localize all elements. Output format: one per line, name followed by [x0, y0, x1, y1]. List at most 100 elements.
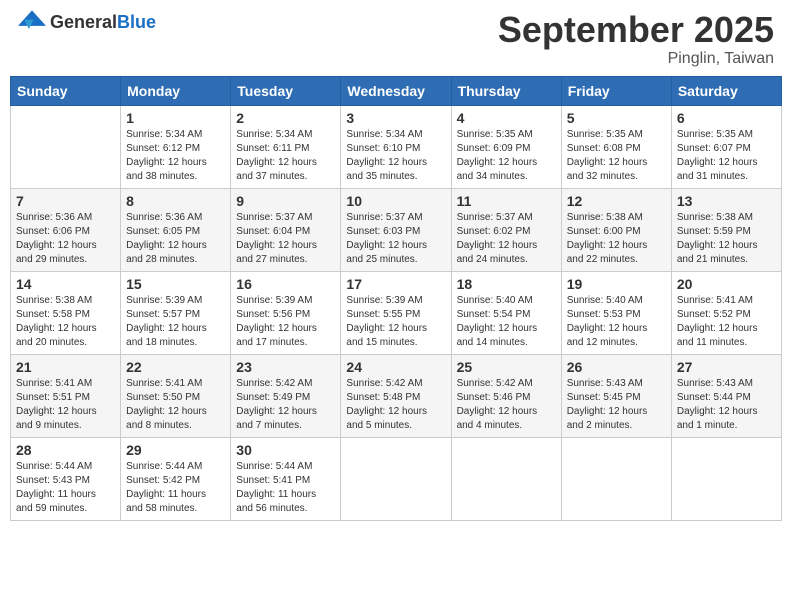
day-number: 30 [236, 442, 335, 458]
calendar-day-cell: 19Sunrise: 5:40 AM Sunset: 5:53 PM Dayli… [561, 271, 671, 354]
calendar-day-cell: 27Sunrise: 5:43 AM Sunset: 5:44 PM Dayli… [671, 354, 781, 437]
calendar-day-cell: 10Sunrise: 5:37 AM Sunset: 6:03 PM Dayli… [341, 188, 451, 271]
day-info: Sunrise: 5:42 AM Sunset: 5:48 PM Dayligh… [346, 377, 445, 433]
day-info: Sunrise: 5:44 AM Sunset: 5:43 PM Dayligh… [16, 460, 115, 516]
page-header: GeneralBlue September 2025 Pinglin, Taiw… [10, 10, 782, 68]
day-info: Sunrise: 5:34 AM Sunset: 6:12 PM Dayligh… [126, 128, 225, 184]
day-number: 1 [126, 110, 225, 126]
calendar-day-cell: 13 Sunrise: 5:38 AM Sunset: 5:59 PM Dayli… [671, 188, 781, 271]
calendar-day-cell: 3 Sunrise: 5:34 AM Sunset: 6:10 PM Daylig… [341, 105, 451, 188]
calendar-header-row: SundayMondayTuesdayWednesdayThursdayFrid… [11, 76, 782, 105]
day-number: 9 [236, 193, 335, 209]
weekday-header: Friday [561, 76, 671, 105]
calendar-week-row: 14 Sunrise: 5:38 AM Sunset: 5:58 PM Dayli… [11, 271, 782, 354]
calendar-day-cell: 28Sunrise: 5:44 AM Sunset: 5:43 PM Dayli… [11, 437, 121, 520]
calendar-day-cell: 23 Sunrise: 5:42 AM Sunset: 5:49 PM Dayli… [231, 354, 341, 437]
day-number: 22 [126, 359, 225, 375]
day-number: 3 [346, 110, 445, 126]
day-info: Sunrise: 5:35 AM Sunset: 6:08 PM Dayligh… [567, 128, 666, 184]
calendar-day-cell: 20 Sunrise: 5:41 AM Sunset: 5:52 PM Dayli… [671, 271, 781, 354]
calendar-week-row: 7 Sunrise: 5:36 AM Sunset: 6:06 PM Daylig… [11, 188, 782, 271]
calendar-day-cell: 1 Sunrise: 5:34 AM Sunset: 6:12 PM Daylig… [121, 105, 231, 188]
day-number: 4 [457, 110, 556, 126]
day-info: Sunrise: 5:37 AM Sunset: 6:03 PM Dayligh… [346, 211, 445, 267]
calendar-week-row: 21Sunrise: 5:41 AM Sunset: 5:51 PM Dayli… [11, 354, 782, 437]
day-number: 11 [457, 193, 556, 209]
day-info: Sunrise: 5:39 AM Sunset: 5:56 PM Dayligh… [236, 294, 335, 350]
day-number: 7 [16, 193, 115, 209]
day-info: Sunrise: 5:38 AM Sunset: 5:58 PM Dayligh… [16, 294, 115, 350]
day-info: Sunrise: 5:39 AM Sunset: 5:55 PM Dayligh… [346, 294, 445, 350]
calendar-day-cell: 9 Sunrise: 5:37 AM Sunset: 6:04 PM Daylig… [231, 188, 341, 271]
day-number: 12 [567, 193, 666, 209]
calendar-day-cell: 8 Sunrise: 5:36 AM Sunset: 6:05 PM Daylig… [121, 188, 231, 271]
calendar-day-cell: 12Sunrise: 5:38 AM Sunset: 6:00 PM Dayli… [561, 188, 671, 271]
day-number: 16 [236, 276, 335, 292]
day-number: 14 [16, 276, 115, 292]
weekday-header: Saturday [671, 76, 781, 105]
day-number: 6 [677, 110, 776, 126]
day-info: Sunrise: 5:42 AM Sunset: 5:49 PM Dayligh… [236, 377, 335, 433]
calendar-day-cell: 4 Sunrise: 5:35 AM Sunset: 6:09 PM Daylig… [451, 105, 561, 188]
weekday-header: Sunday [11, 76, 121, 105]
calendar-day-cell: 18 Sunrise: 5:40 AM Sunset: 5:54 PM Dayli… [451, 271, 561, 354]
calendar-day-cell: 26 Sunrise: 5:43 AM Sunset: 5:45 PM Dayli… [561, 354, 671, 437]
location-text: Pinglin, Taiwan [498, 50, 774, 68]
title-section: September 2025 Pinglin, Taiwan [498, 10, 774, 68]
calendar-day-cell: 5 Sunrise: 5:35 AM Sunset: 6:08 PM Daylig… [561, 105, 671, 188]
day-info: Sunrise: 5:36 AM Sunset: 6:05 PM Dayligh… [126, 211, 225, 267]
calendar-day-cell: 24 Sunrise: 5:42 AM Sunset: 5:48 PM Dayli… [341, 354, 451, 437]
calendar-day-cell [561, 437, 671, 520]
calendar-day-cell: 21Sunrise: 5:41 AM Sunset: 5:51 PM Dayli… [11, 354, 121, 437]
day-number: 18 [457, 276, 556, 292]
day-info: Sunrise: 5:36 AM Sunset: 6:06 PM Dayligh… [16, 211, 115, 267]
day-number: 13 [677, 193, 776, 209]
day-info: Sunrise: 5:39 AM Sunset: 5:57 PM Dayligh… [126, 294, 225, 350]
calendar-day-cell: 11 Sunrise: 5:37 AM Sunset: 6:02 PM Dayli… [451, 188, 561, 271]
calendar-day-cell [11, 105, 121, 188]
day-info: Sunrise: 5:35 AM Sunset: 6:07 PM Dayligh… [677, 128, 776, 184]
day-info: Sunrise: 5:44 AM Sunset: 5:42 PM Dayligh… [126, 460, 225, 516]
calendar-day-cell: 25 Sunrise: 5:42 AM Sunset: 5:46 PM Dayli… [451, 354, 561, 437]
calendar-table: SundayMondayTuesdayWednesdayThursdayFrid… [10, 76, 782, 521]
day-info: Sunrise: 5:43 AM Sunset: 5:44 PM Dayligh… [677, 377, 776, 433]
day-info: Sunrise: 5:38 AM Sunset: 5:59 PM Dayligh… [677, 211, 776, 267]
day-info: Sunrise: 5:43 AM Sunset: 5:45 PM Dayligh… [567, 377, 666, 433]
day-number: 25 [457, 359, 556, 375]
day-info: Sunrise: 5:42 AM Sunset: 5:46 PM Dayligh… [457, 377, 556, 433]
calendar-day-cell: 16 Sunrise: 5:39 AM Sunset: 5:56 PM Dayli… [231, 271, 341, 354]
day-number: 17 [346, 276, 445, 292]
day-number: 20 [677, 276, 776, 292]
logo-general-text: General [50, 12, 117, 32]
logo: GeneralBlue [18, 10, 156, 34]
calendar-day-cell [451, 437, 561, 520]
calendar-day-cell [671, 437, 781, 520]
calendar-day-cell: 6 Sunrise: 5:35 AM Sunset: 6:07 PM Daylig… [671, 105, 781, 188]
weekday-header: Tuesday [231, 76, 341, 105]
day-info: Sunrise: 5:44 AM Sunset: 5:41 PM Dayligh… [236, 460, 335, 516]
day-number: 29 [126, 442, 225, 458]
day-number: 5 [567, 110, 666, 126]
month-title: September 2025 [498, 10, 774, 50]
day-info: Sunrise: 5:41 AM Sunset: 5:51 PM Dayligh… [16, 377, 115, 433]
day-number: 24 [346, 359, 445, 375]
day-info: Sunrise: 5:40 AM Sunset: 5:54 PM Dayligh… [457, 294, 556, 350]
day-info: Sunrise: 5:34 AM Sunset: 6:10 PM Dayligh… [346, 128, 445, 184]
day-info: Sunrise: 5:41 AM Sunset: 5:50 PM Dayligh… [126, 377, 225, 433]
calendar-day-cell: 7 Sunrise: 5:36 AM Sunset: 6:06 PM Daylig… [11, 188, 121, 271]
day-info: Sunrise: 5:37 AM Sunset: 6:02 PM Dayligh… [457, 211, 556, 267]
weekday-header: Monday [121, 76, 231, 105]
day-info: Sunrise: 5:35 AM Sunset: 6:09 PM Dayligh… [457, 128, 556, 184]
day-number: 26 [567, 359, 666, 375]
calendar-day-cell [341, 437, 451, 520]
day-info: Sunrise: 5:41 AM Sunset: 5:52 PM Dayligh… [677, 294, 776, 350]
day-info: Sunrise: 5:37 AM Sunset: 6:04 PM Dayligh… [236, 211, 335, 267]
calendar-day-cell: 15Sunrise: 5:39 AM Sunset: 5:57 PM Dayli… [121, 271, 231, 354]
calendar-day-cell: 30 Sunrise: 5:44 AM Sunset: 5:41 PM Dayli… [231, 437, 341, 520]
day-number: 8 [126, 193, 225, 209]
logo-blue-text: Blue [117, 12, 156, 32]
weekday-header: Wednesday [341, 76, 451, 105]
day-info: Sunrise: 5:40 AM Sunset: 5:53 PM Dayligh… [567, 294, 666, 350]
day-number: 23 [236, 359, 335, 375]
calendar-day-cell: 29 Sunrise: 5:44 AM Sunset: 5:42 PM Dayli… [121, 437, 231, 520]
